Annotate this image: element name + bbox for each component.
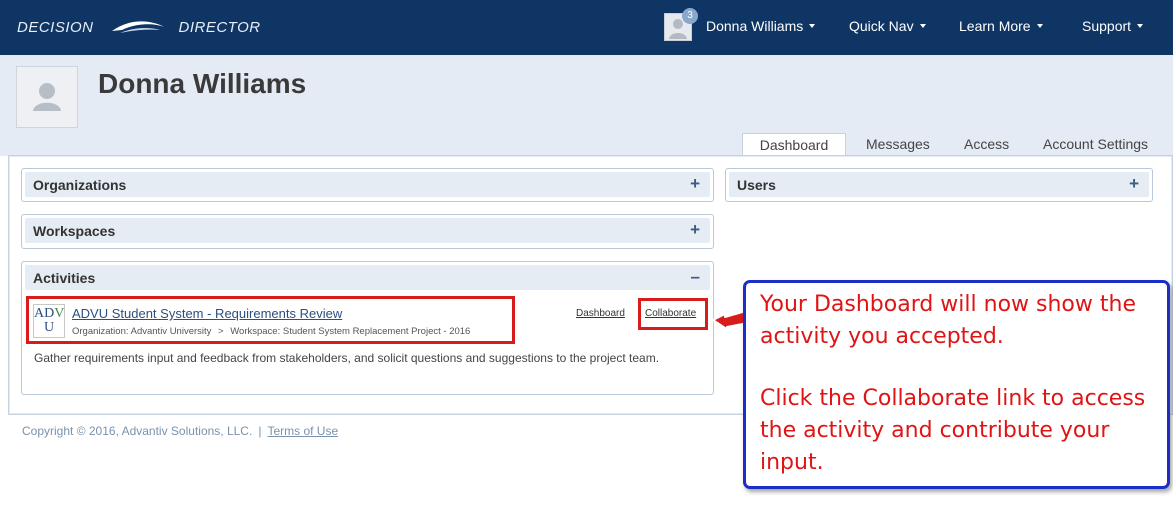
activities-panel-header[interactable]: Activities – — [25, 265, 710, 290]
page-title: Donna Williams — [98, 68, 307, 99]
activity-description: Gather requirements input and feedback f… — [34, 351, 660, 365]
organizations-panel-header[interactable]: Organizations + — [25, 172, 710, 197]
logo-text-left: DECISION — [17, 18, 94, 36]
chevron-down-icon — [809, 24, 816, 29]
quick-nav-label: Quick Nav — [849, 18, 914, 34]
top-navbar: DECISION DIRECTOR 3 Donna Williams Quick… — [0, 0, 1173, 55]
footer-separator: | — [258, 424, 262, 438]
tab-messages[interactable]: Messages — [866, 133, 930, 156]
organizations-panel-title: Organizations — [33, 177, 127, 193]
app-logo[interactable]: DECISION DIRECTOR — [17, 17, 261, 37]
activities-panel-title: Activities — [33, 270, 96, 286]
chevron-down-icon — [1036, 24, 1043, 29]
copyright-text: Copyright © 2016, Advantiv Solutions, LL… — [22, 424, 253, 438]
swoosh-icon — [111, 21, 164, 33]
users-panel: Users + — [725, 168, 1153, 202]
tab-dashboard[interactable]: Dashboard — [742, 133, 846, 156]
person-icon — [33, 83, 61, 111]
workspaces-panel-title: Workspaces — [33, 223, 116, 239]
learn-more-menu[interactable]: Learn More — [959, 18, 1043, 34]
tab-account-settings[interactable]: Account Settings — [1043, 133, 1148, 156]
collapse-minus-icon[interactable]: – — [691, 267, 700, 287]
workspaces-panel: Workspaces + — [21, 214, 714, 249]
expand-plus-icon[interactable]: + — [1129, 174, 1139, 194]
callout-text-1: Your Dashboard will now show the activit… — [760, 292, 1136, 349]
terms-of-use-link[interactable]: Terms of Use — [267, 424, 338, 438]
collaborate-highlight-box — [638, 298, 708, 330]
activity-highlight-box — [26, 296, 515, 344]
notification-badge[interactable]: 3 — [682, 8, 698, 24]
page-footer: Copyright © 2016, Advantiv Solutions, LL… — [22, 424, 338, 438]
learn-more-label: Learn More — [959, 18, 1031, 34]
support-menu[interactable]: Support — [1082, 18, 1144, 34]
chevron-down-icon — [919, 24, 926, 29]
users-panel-title: Users — [737, 177, 776, 193]
user-menu[interactable]: Donna Williams — [706, 18, 816, 34]
profile-avatar — [16, 66, 78, 128]
chevron-down-icon — [1137, 24, 1144, 29]
tab-access[interactable]: Access — [964, 133, 1009, 156]
expand-plus-icon[interactable]: + — [690, 174, 700, 194]
activity-dashboard-link[interactable]: Dashboard — [576, 308, 625, 319]
callout-text-2: Click the Collaborate link to access the… — [760, 386, 1146, 475]
support-label: Support — [1082, 18, 1132, 34]
instruction-callout: Your Dashboard will now show the activit… — [743, 280, 1170, 489]
logo-text-right: DIRECTOR — [178, 18, 261, 36]
expand-plus-icon[interactable]: + — [690, 220, 700, 240]
user-menu-label: Donna Williams — [706, 18, 804, 34]
quick-nav-menu[interactable]: Quick Nav — [849, 18, 926, 34]
users-panel-header[interactable]: Users + — [729, 172, 1149, 197]
workspaces-panel-header[interactable]: Workspaces + — [25, 218, 710, 243]
organizations-panel: Organizations + — [21, 168, 714, 202]
